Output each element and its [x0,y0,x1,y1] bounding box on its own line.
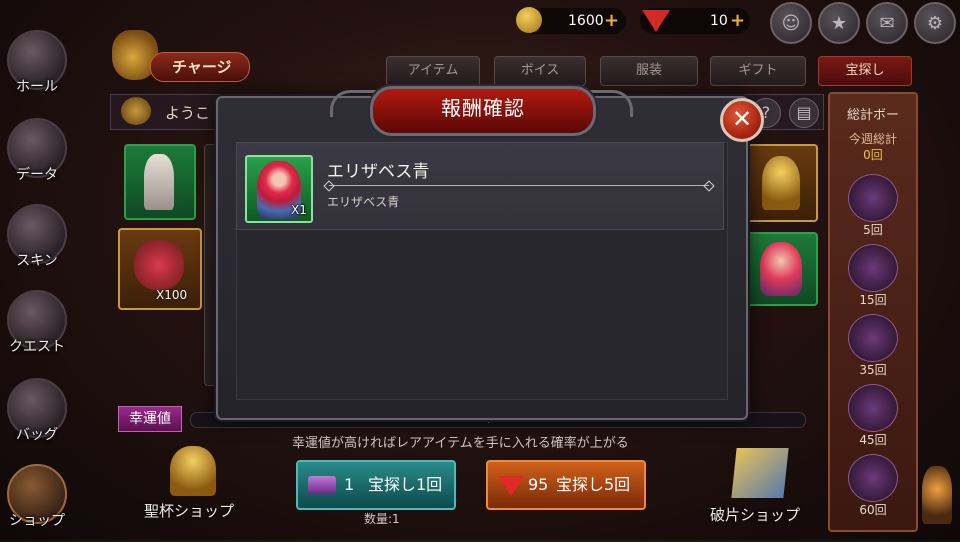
white-dress-character-icon [144,154,174,210]
weekly-total-panel: 総計ボー 今週総計 0回 5回 15回 35回 45回 60回 [828,92,918,532]
prize-card-candy-jar[interactable]: X100 [118,228,202,310]
gem-currency: 10 + [640,8,750,34]
laurel-crest-icon [121,97,151,125]
tab-treasure-hunt[interactable]: 宝探し [818,56,912,86]
nav-skin[interactable]: スキン [4,204,70,282]
weekly-panel-title: 総計ボー [846,108,899,123]
milestone-chest-icon[interactable] [848,314,898,362]
milestone-label: 5回 [863,223,883,237]
nav-quest[interactable]: クエスト [4,290,70,368]
elizabeth-portrait-icon [760,242,802,296]
draw-five-button[interactable]: 95 宝探し5回 [486,460,646,510]
charge-button[interactable]: チャージ [110,30,250,82]
draw-once-button[interactable]: 1 宝探し1回 [296,460,456,510]
reward-count: X1 [291,203,307,217]
tab-outfit[interactable]: 服装 [600,56,698,86]
nav-data-label: データ [16,167,58,183]
nav-hall-label: ホール [16,79,58,95]
prize-card-elizabeth[interactable] [744,232,818,306]
tab-gift[interactable]: ギフト [710,56,806,86]
draw-once-cost: 1 [344,475,355,494]
stats-chart-icon[interactable]: ▤ [789,98,819,128]
nav-hall[interactable]: ホール [4,30,70,108]
fragment-shop-label: 破片ショップ [710,506,801,524]
luck-badge: 幸運値 [118,406,182,432]
reward-item-card[interactable]: X1 [245,155,313,223]
weekly-total-count: 0回 [863,148,883,162]
draw-once-label: 宝探し1回 [368,475,443,494]
luck-hint: 幸運値が高ければレアアイテムを手に入れる確率が上がる [292,436,629,451]
ruby-gem-icon [642,10,670,32]
milestone-label: 35回 [859,363,887,377]
reward-subtitle: エリザベス青 [327,195,400,209]
tab-item[interactable]: アイテム [386,56,480,86]
nav-bag[interactable]: バッグ [4,378,70,456]
settings-gear-icon[interactable]: ⚙ [914,2,956,44]
welcome-text: ようこ [165,104,211,122]
gold-add-icon[interactable]: + [604,8,619,34]
dialog-title: 報酬確認 [370,86,596,136]
fragment-crate-icon [731,448,789,498]
golden-chalice-icon [762,156,800,210]
milestone-chest-icon[interactable] [848,454,898,502]
prize-card-golden-chalice[interactable] [744,144,818,222]
tab-voice[interactable]: ボイス [494,56,586,86]
gold-currency: 1600 + [516,7,626,34]
milestone-label: 45回 [859,433,887,447]
nav-data[interactable]: データ [4,118,70,196]
fragment-shop-button[interactable]: 破片ショップ [706,446,814,524]
ruby-gem-icon [498,476,524,496]
milestone-chest-icon[interactable] [848,244,898,292]
ticket-icon [308,476,336,494]
milestone-label: 15回 [859,293,887,307]
chalice-shop-label: 聖杯ショップ [144,502,235,520]
profile-icon[interactable]: ☺ [770,2,812,44]
lantern-icon [922,466,952,524]
nav-shop-label: ショップ [9,513,65,529]
chalice-shop-button[interactable]: 聖杯ショップ [140,446,244,524]
close-icon[interactable]: ✕ [720,98,764,142]
golden-chalice-icon [170,446,216,496]
milestone-chest-icon[interactable] [848,384,898,432]
reward-name: エリザベス青 [327,162,430,182]
candy-jar-icon [134,240,184,290]
trophy-icon[interactable]: ★ [818,2,860,44]
gem-value: 10 [710,13,728,29]
gold-value: 1600 [568,13,604,29]
nav-skin-label: スキン [16,253,58,269]
gold-coin-icon [516,7,542,33]
quantity-label: 数量:1 [364,512,400,526]
milestone-label: 60回 [859,503,887,517]
charge-label: チャージ [172,58,232,76]
reward-confirm-dialog: X1 エリザベス青 エリザベス青 [216,96,748,420]
mail-icon[interactable]: ✉ [866,2,908,44]
candy-count: X100 [156,288,188,302]
divider-diamond-left [323,180,335,192]
nav-shop[interactable]: ショップ [4,464,70,542]
divider-diamond-right [703,180,715,192]
draw-five-cost: 95 [528,475,549,494]
nav-bag-label: バッグ [16,427,58,443]
milestone-chest-icon[interactable] [848,174,898,222]
gem-add-icon[interactable]: + [730,8,745,34]
draw-five-label: 宝探し5回 [556,475,631,494]
reward-row: X1 エリザベス青 エリザベス青 [236,142,724,230]
weekly-total-label: 今週総計 [848,132,897,146]
reward-divider [329,185,709,186]
prize-card-white-dress[interactable] [124,144,196,220]
nav-quest-label: クエスト [9,339,65,355]
